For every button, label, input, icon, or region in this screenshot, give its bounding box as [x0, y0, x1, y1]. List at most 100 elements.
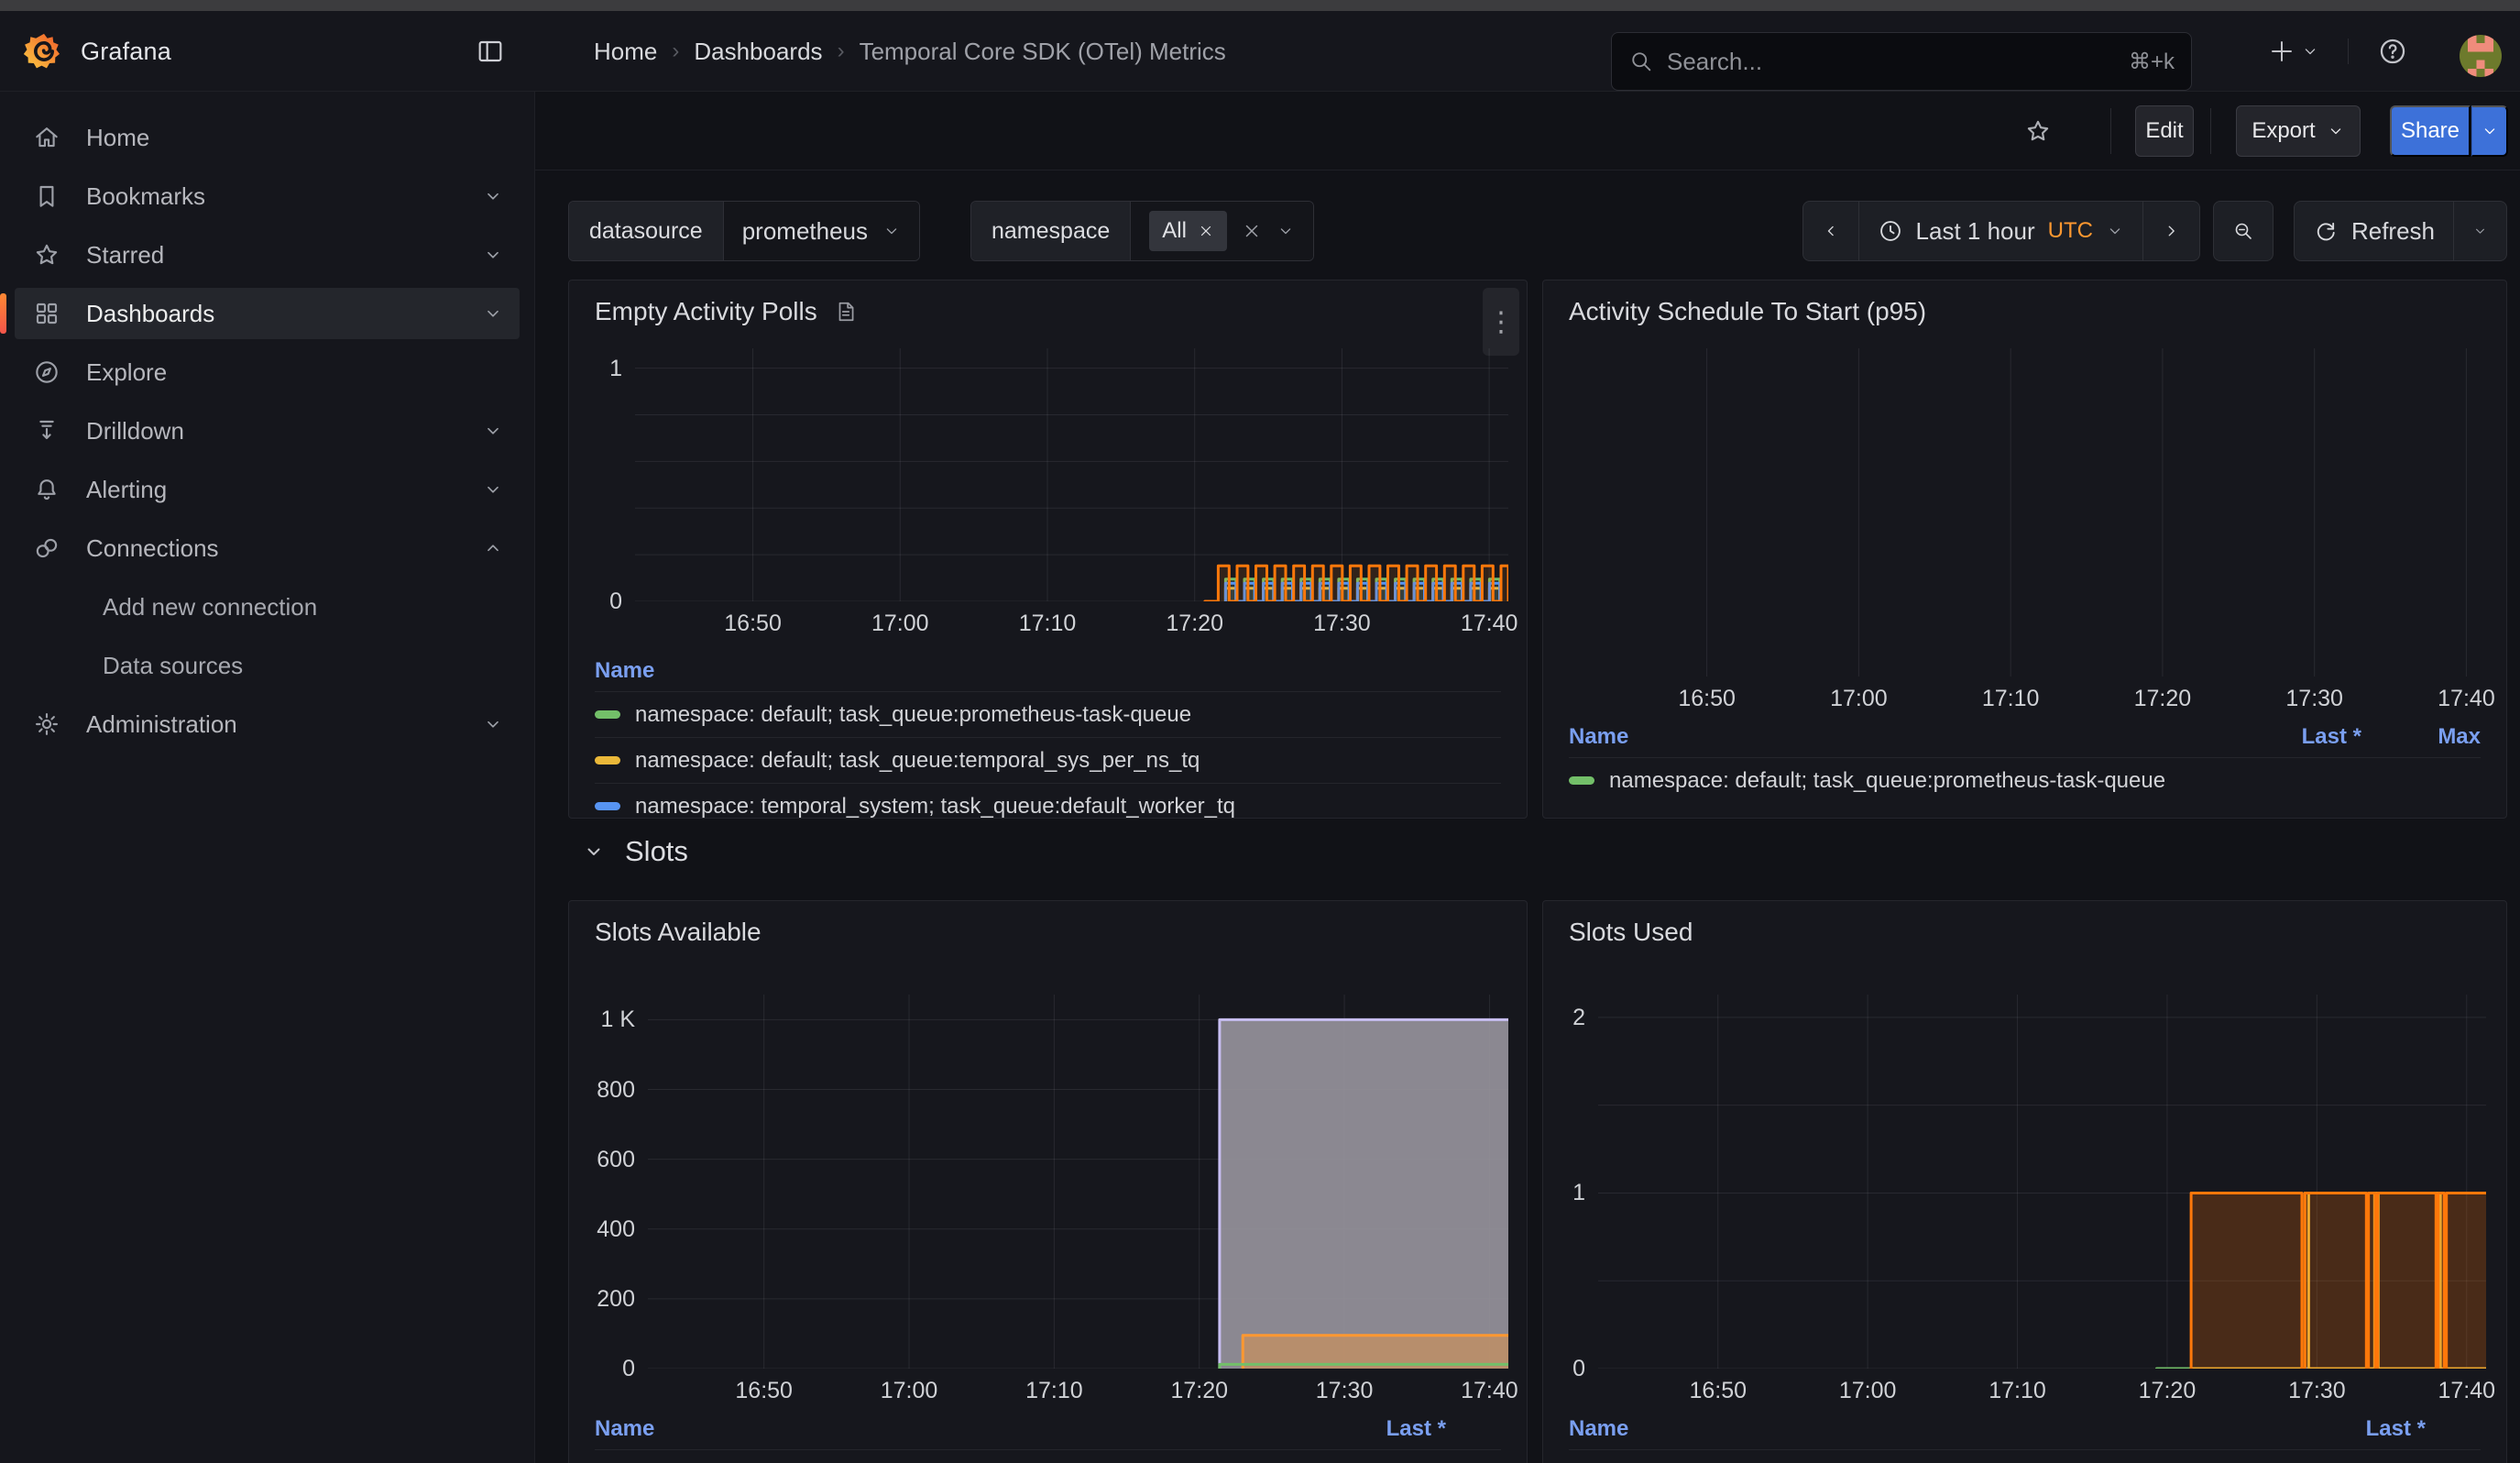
- sidebar-item-drilldown[interactable]: Drilldown: [15, 405, 520, 456]
- time-controls: Last 1 hour UTC Refresh: [1802, 201, 2507, 261]
- brand[interactable]: Grafana: [24, 11, 171, 92]
- x-axis-tick-label: 17:00: [1817, 1378, 1918, 1404]
- y-axis-tick-label: 1: [584, 356, 622, 382]
- namespace-variable: namespace All: [970, 201, 1314, 261]
- sidebar-item-starred[interactable]: Starred: [15, 229, 520, 280]
- legend-column-name[interactable]: Name: [595, 1416, 1299, 1442]
- series-swatch: [595, 802, 620, 810]
- series-name: namespace: default; task_queue:prometheu…: [635, 702, 1501, 728]
- chevron-up-icon: [483, 538, 503, 558]
- chevron-down-icon: [483, 714, 503, 734]
- sidebar-item-dashboards[interactable]: Dashboards: [15, 288, 520, 339]
- refresh-icon: [2313, 218, 2339, 244]
- add-button[interactable]: [2260, 31, 2328, 72]
- chevron-down-icon: [1276, 222, 1295, 240]
- sidebar-toggle-icon[interactable]: [470, 31, 510, 72]
- sidebar-item-label: Alerting: [86, 476, 459, 504]
- toolbar-divider: [2110, 108, 2111, 154]
- row-slots-toggle[interactable]: Slots: [583, 835, 688, 868]
- panel-title[interactable]: Slots Used: [1569, 918, 1693, 947]
- search-input-box[interactable]: ⌘+k: [1611, 32, 2192, 91]
- panel-description-icon[interactable]: [834, 300, 858, 324]
- time-range-picker[interactable]: Last 1 hour UTC: [1859, 201, 2143, 261]
- star-icon: [31, 239, 62, 270]
- section-title: Slots: [625, 835, 688, 868]
- series-swatch: [595, 710, 620, 719]
- sidebar-item-label: Dashboards: [86, 300, 459, 328]
- panel-title[interactable]: Activity Schedule To Start (p95): [1569, 297, 1926, 326]
- legend-column-max[interactable]: Max: [2361, 724, 2481, 750]
- legend-row[interactable]: namespace: default; task_queue:prometheu…: [1569, 757, 2481, 803]
- sidebar-item-alerting[interactable]: Alerting: [15, 464, 520, 515]
- sidebar-item-data-sources[interactable]: Data sources: [15, 640, 520, 691]
- star-icon[interactable]: [2012, 105, 2064, 157]
- breadcrumb: Home › Dashboards › Temporal Core SDK (O…: [594, 11, 1226, 92]
- x-axis-tick-label: 17:00: [849, 610, 950, 637]
- breadcrumb-dashboards[interactable]: Dashboards: [694, 38, 822, 66]
- timeseries-chart[interactable]: 16:5017:0017:1017:2017:3017:40012: [1558, 989, 2493, 1409]
- sidebar-nav: Home Bookmarks Starred Dashboards Explore Dri…: [0, 92, 535, 1463]
- sidebar-item-label: Connections: [86, 534, 459, 563]
- refresh-interval-button[interactable]: [2454, 201, 2507, 261]
- series-name: namespace: temporal_system; task_queue:d…: [635, 794, 1501, 820]
- refresh-button[interactable]: Refresh: [2294, 201, 2454, 261]
- x-axis-tick-label: 17:20: [2112, 686, 2213, 712]
- legend-row[interactable]: namespace: default; task_queue:prometheu…: [1569, 1449, 2481, 1463]
- search-input[interactable]: [1667, 48, 2116, 76]
- sidebar-item-administration[interactable]: Administration: [15, 698, 520, 750]
- y-axis-tick-label: 1: [1558, 1180, 1585, 1206]
- chevron-down-icon: [583, 841, 605, 863]
- timeseries-chart[interactable]: 16:5017:0017:1017:2017:3017:4010: [584, 339, 1514, 642]
- chevron-down-icon: [483, 245, 503, 265]
- sidebar-item-home[interactable]: Home: [15, 112, 520, 163]
- legend-column-last[interactable]: Last *: [1299, 1416, 1446, 1442]
- series-swatch: [1569, 776, 1594, 785]
- search-icon: [1628, 49, 1654, 74]
- grid-icon: [31, 298, 62, 329]
- legend-row[interactable]: namespace: default; task_queue:temporal_…: [595, 737, 1501, 783]
- legend-row[interactable]: namespace: default; task_queue:prometheu…: [595, 1449, 1501, 1463]
- share-button[interactable]: Share: [2390, 105, 2471, 157]
- sidebar-item-add-new-connection[interactable]: Add new connection: [15, 581, 520, 632]
- datasource-select[interactable]: prometheus: [723, 202, 919, 260]
- help-icon[interactable]: [2370, 31, 2416, 72]
- namespace-select[interactable]: All: [1130, 202, 1313, 260]
- panel-title[interactable]: Slots Available: [595, 918, 761, 947]
- sidebar-item-bookmarks[interactable]: Bookmarks: [15, 170, 520, 222]
- x-axis-tick-label: 17:10: [1960, 686, 2061, 712]
- avatar[interactable]: [2460, 35, 2502, 77]
- time-range-label: Last 1 hour: [1916, 217, 2035, 246]
- panel-title[interactable]: Empty Activity Polls: [595, 297, 858, 326]
- legend-table: Name namespace: default; task_queue:prome…: [595, 651, 1501, 819]
- timeseries-chart[interactable]: 16:5017:0017:1017:2017:3017:40: [1558, 339, 2493, 717]
- namespace-chip[interactable]: All: [1149, 211, 1227, 251]
- legend-column-last[interactable]: Last *: [2279, 1416, 2426, 1442]
- sidebar-item-connections[interactable]: Connections: [15, 522, 520, 574]
- edit-button[interactable]: Edit: [2135, 105, 2194, 157]
- series-name: namespace: default; task_queue:prometheu…: [1609, 1460, 2481, 1463]
- sidebar-item-explore[interactable]: Explore: [15, 346, 520, 398]
- x-axis-tick-label: 17:00: [1808, 686, 1909, 712]
- chevron-right-icon: [2162, 221, 2181, 241]
- legend-row[interactable]: namespace: temporal_system; task_queue:d…: [595, 783, 1501, 819]
- x-axis-tick-label: 17:40: [1439, 610, 1528, 637]
- panel-empty-activity-polls: Empty Activity Polls ⋮ 16:5017:0017:1017…: [568, 280, 1528, 819]
- legend-column-last[interactable]: Last *: [2215, 724, 2361, 750]
- time-shift-back-button[interactable]: [1802, 201, 1859, 261]
- x-axis-tick-label: 17:10: [1967, 1378, 2068, 1404]
- chevron-left-icon: [1822, 221, 1840, 241]
- timeseries-chart[interactable]: 16:5017:0017:1017:2017:3017:400200400600…: [584, 989, 1514, 1409]
- x-axis-tick-label: 17:30: [1294, 1378, 1395, 1404]
- legend-column-name[interactable]: Name: [1569, 724, 2215, 750]
- zoom-out-button[interactable]: [2213, 201, 2273, 261]
- time-shift-forward-button[interactable]: [2143, 201, 2200, 261]
- legend-column-name[interactable]: Name: [1569, 1416, 2279, 1442]
- legend-row[interactable]: namespace: default; task_queue:prometheu…: [595, 691, 1501, 737]
- chevron-down-icon: [2327, 122, 2345, 140]
- share-menu-button[interactable]: [2471, 105, 2508, 157]
- export-button[interactable]: Export: [2236, 105, 2361, 157]
- legend-column-name[interactable]: Name: [595, 658, 1501, 684]
- breadcrumb-home[interactable]: Home: [594, 38, 657, 66]
- sidebar-item-label: Drilldown: [86, 417, 459, 446]
- clock-icon: [1878, 218, 1903, 244]
